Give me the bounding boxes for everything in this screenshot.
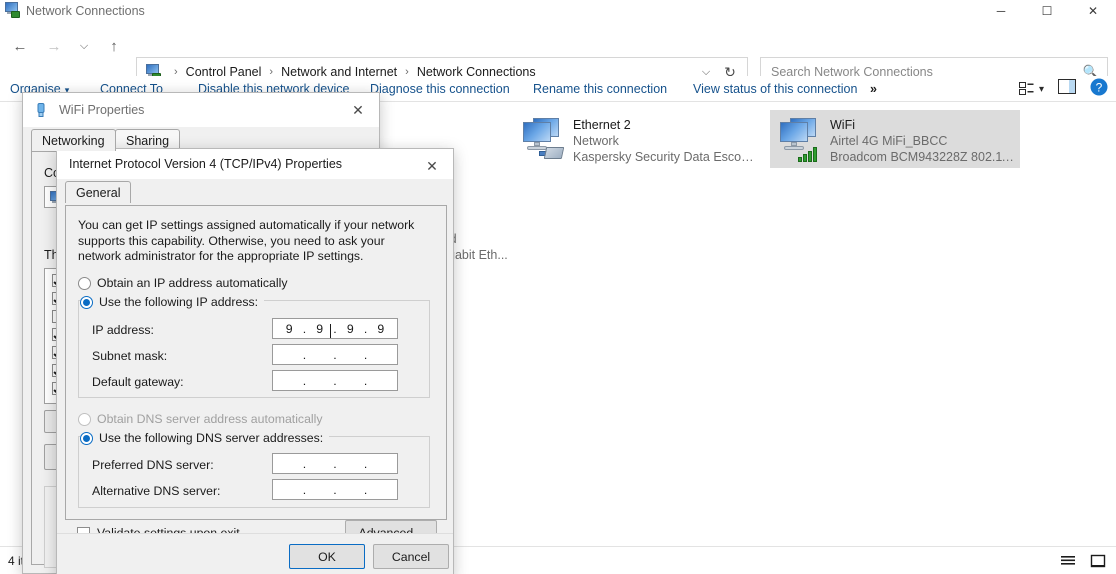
alternative-dns-input[interactable]: . . . bbox=[272, 479, 398, 500]
default-gateway-label: Default gateway: bbox=[92, 375, 184, 389]
octet-dot: . bbox=[363, 321, 368, 336]
command-diagnose[interactable]: Diagnose this connection bbox=[370, 76, 510, 102]
octet-dot: . bbox=[333, 482, 337, 497]
radio-obtain-dns-automatically[interactable]: Obtain DNS server address automatically bbox=[78, 412, 323, 426]
large-icons-view-icon[interactable] bbox=[1088, 551, 1108, 571]
connection-name: Ethernet 2 bbox=[573, 118, 631, 132]
back-button[interactable]: ← bbox=[6, 32, 34, 60]
ethernet-adapter-icon bbox=[519, 116, 567, 162]
ipv4-properties-dialog: Internet Protocol Version 4 (TCP/IPv4) P… bbox=[56, 148, 454, 574]
octet-dot: . bbox=[363, 347, 368, 362]
radio-indicator[interactable] bbox=[80, 431, 93, 445]
up-button[interactable]: ↑ bbox=[100, 32, 128, 60]
radio-label: Obtain an IP address automatically bbox=[97, 276, 288, 290]
octet-dot: . bbox=[302, 456, 307, 471]
octet-dot: . bbox=[363, 456, 368, 471]
octet-dot: . bbox=[302, 373, 307, 388]
minimize-button[interactable]: ─ bbox=[978, 0, 1024, 22]
alternative-dns-label: Alternative DNS server: bbox=[92, 484, 221, 498]
window-titlebar: Network Connections ─ ☐ ✕ bbox=[0, 0, 1116, 22]
preferred-dns-label: Preferred DNS server: bbox=[92, 458, 214, 472]
network-connections-icon bbox=[4, 1, 22, 19]
octet-dot: . bbox=[363, 373, 368, 388]
octet-3[interactable]: 9 bbox=[338, 322, 362, 336]
network-adapter-icon bbox=[33, 102, 49, 118]
octet-4[interactable]: 9 bbox=[369, 322, 393, 336]
rj45-plug-icon bbox=[539, 145, 565, 161]
octet-dot: . bbox=[363, 482, 368, 497]
window-title: Network Connections bbox=[26, 4, 145, 18]
radio-use-following-dns[interactable]: Use the following DNS server addresses: bbox=[80, 431, 330, 445]
octet-dot: . bbox=[333, 456, 337, 471]
radio-indicator[interactable] bbox=[78, 412, 91, 426]
ip-address-label: IP address: bbox=[92, 323, 154, 337]
view-options-icon[interactable] bbox=[1018, 82, 1035, 96]
text-caret bbox=[329, 323, 331, 338]
octet-dot: . bbox=[333, 321, 337, 336]
ethernet-device-occluded: gabit Eth... bbox=[448, 248, 508, 262]
subnet-mask-input[interactable]: . . . bbox=[272, 344, 398, 365]
tab-networking[interactable]: Networking bbox=[31, 129, 116, 151]
forward-button[interactable]: → bbox=[40, 32, 68, 60]
default-gateway-input[interactable]: . . . bbox=[272, 370, 398, 391]
radio-label: Use the following IP address: bbox=[99, 295, 259, 309]
octet-dot: . bbox=[302, 482, 307, 497]
connection-name: WiFi bbox=[830, 118, 855, 132]
octet-dot: . bbox=[333, 347, 337, 362]
radio-indicator[interactable] bbox=[80, 295, 93, 309]
ipv4-description: You can get IP settings assigned automat… bbox=[78, 218, 415, 263]
ip-address-input[interactable]: 9 . 9 . 9 . 9 bbox=[272, 318, 398, 339]
navigation-bar: ← → ⌵ ↑ › Control Panel › Network and In… bbox=[0, 26, 1116, 87]
maximize-button[interactable]: ☐ bbox=[1024, 0, 1070, 22]
svg-text:?: ? bbox=[1096, 80, 1103, 94]
radio-label: Use the following DNS server addresses: bbox=[99, 431, 324, 445]
window-controls: ─ ☐ ✕ bbox=[978, 0, 1116, 22]
connection-status: Network bbox=[573, 134, 619, 148]
wifi-properties-title: WiFi Properties bbox=[59, 103, 145, 117]
tab-general[interactable]: General bbox=[65, 181, 132, 203]
view-options-caret[interactable]: ▾ bbox=[1039, 84, 1044, 95]
wifi-properties-close-button[interactable]: ✕ bbox=[337, 93, 379, 127]
octet-dot: . bbox=[302, 347, 307, 362]
ipv4-tabstrip: General bbox=[57, 179, 453, 203]
radio-indicator[interactable] bbox=[78, 276, 91, 290]
ipv4-titlebar: Internet Protocol Version 4 (TCP/IPv4) P… bbox=[57, 149, 453, 179]
wifi-adapter-icon bbox=[776, 116, 824, 162]
radio-use-following-ip[interactable]: Use the following IP address: bbox=[80, 295, 265, 309]
radio-obtain-ip-automatically[interactable]: Obtain an IP address automatically bbox=[78, 276, 287, 290]
octet-dot: . bbox=[302, 321, 307, 336]
connection-tile-wifi[interactable]: WiFi Airtel 4G MiFi_BBCC Broadcom BCM943… bbox=[770, 110, 1020, 168]
ipv4-dialog-footer: OK Cancel bbox=[57, 533, 453, 574]
connection-tile-ethernet-2[interactable]: Ethernet 2 Network Kaspersky Security Da… bbox=[513, 110, 763, 168]
command-rename[interactable]: Rename this connection bbox=[533, 76, 667, 102]
connection-device: Kaspersky Security Data Escort Ad... bbox=[573, 150, 757, 164]
command-overflow-button[interactable]: » bbox=[870, 76, 877, 102]
connection-status: Airtel 4G MiFi_BBCC bbox=[830, 134, 948, 148]
ok-button[interactable]: OK bbox=[289, 544, 365, 569]
ipv4-dialog-title: Internet Protocol Version 4 (TCP/IPv4) P… bbox=[69, 157, 343, 171]
radio-label: Obtain DNS server address automatically bbox=[97, 412, 323, 426]
recent-locations-button[interactable]: ⌵ bbox=[70, 32, 98, 60]
preferred-dns-input[interactable]: . . . bbox=[272, 453, 398, 474]
details-view-icon[interactable] bbox=[1058, 551, 1078, 571]
help-icon[interactable]: ? bbox=[1090, 78, 1108, 101]
cancel-button[interactable]: Cancel bbox=[373, 544, 449, 569]
signal-bars-icon bbox=[798, 144, 820, 162]
octet-2[interactable]: 9 bbox=[308, 322, 332, 338]
ipv4-close-button[interactable]: ✕ bbox=[411, 149, 453, 183]
preview-pane-icon[interactable] bbox=[1058, 79, 1076, 99]
ipv4-general-panel: You can get IP settings assigned automat… bbox=[65, 205, 447, 520]
command-view-status[interactable]: View status of this connection bbox=[693, 76, 857, 102]
connection-device: Broadcom BCM943228Z 802.11ab... bbox=[830, 150, 1014, 164]
subnet-mask-label: Subnet mask: bbox=[92, 349, 168, 363]
close-button[interactable]: ✕ bbox=[1070, 0, 1116, 22]
octet-1[interactable]: 9 bbox=[277, 322, 301, 336]
octet-dot: . bbox=[333, 373, 337, 388]
wifi-properties-titlebar: WiFi Properties ✕ bbox=[23, 93, 379, 127]
